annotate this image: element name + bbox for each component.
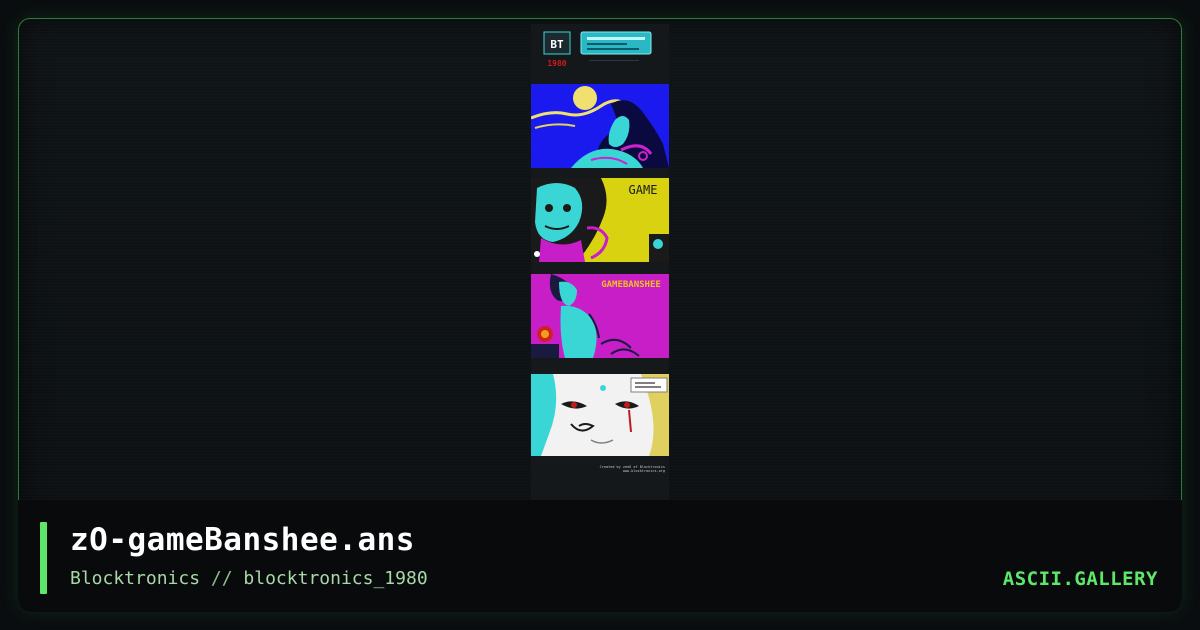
artwork-header-panel: BT 1980	[531, 24, 669, 80]
artwork-panel-game: GAME	[531, 178, 669, 262]
byline-separator: //	[210, 568, 233, 589]
share-card: BT 1980 GAME GAMEBANSHEE Created by zeeO…	[0, 0, 1200, 630]
footer-credit-line2: www.blocktronics.org	[623, 469, 665, 473]
site-brand[interactable]: ASCII.GALLERY	[1003, 568, 1158, 590]
pack-name[interactable]: blocktronics_1980	[243, 568, 427, 589]
panel-game-text: GAME	[629, 183, 658, 197]
artwork-title[interactable]: zO-gameBanshee.ans	[70, 522, 415, 558]
header-logo-text: BT	[550, 38, 564, 51]
artwork-preview[interactable]: BT 1980 GAME GAMEBANSHEE Created by zeeO…	[531, 24, 669, 504]
artwork-footer-panel: Created by zeeO of Blocktronics www.bloc…	[531, 462, 669, 504]
accent-stripe	[40, 522, 47, 594]
artwork-byline: Blocktronics // blocktronics_1980	[70, 568, 428, 589]
info-bar: zO-gameBanshee.ans Blocktronics // block…	[18, 500, 1182, 612]
artwork-panel-banshee: GAMEBANSHEE	[531, 274, 669, 358]
panel-banshee-text: GAMEBANSHEE	[601, 280, 661, 290]
group-name[interactable]: Blocktronics	[70, 568, 200, 589]
header-year-text: 1980	[547, 59, 566, 68]
artwork-panel-moon	[531, 84, 669, 168]
artwork-panel-face	[531, 374, 669, 456]
